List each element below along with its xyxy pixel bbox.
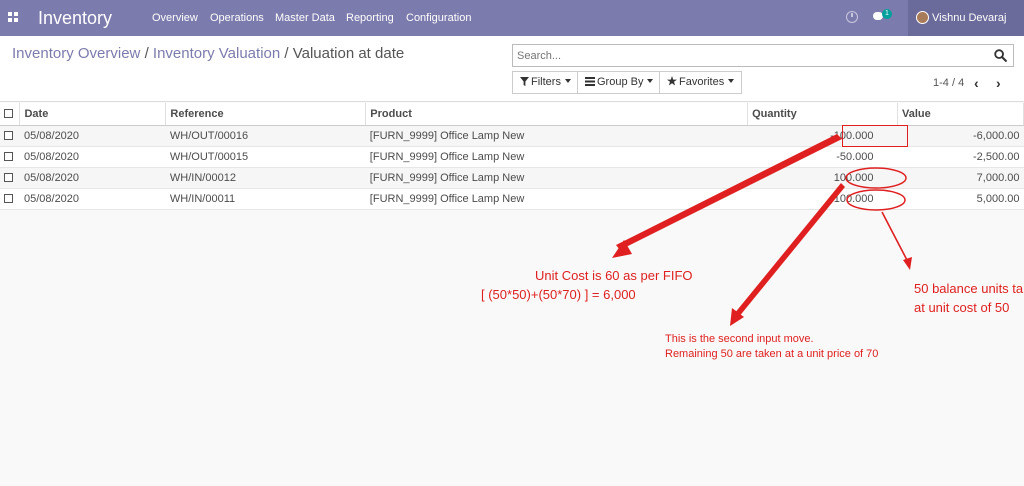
annotation-ellipse bbox=[845, 167, 907, 189]
annotation-arrow bbox=[616, 134, 842, 250]
annotation-ellipse bbox=[846, 189, 906, 211]
annotation-fifo-line2: [ (50*50)+(50*70) ] = 6,000 bbox=[481, 287, 636, 302]
annotation-arrow bbox=[734, 183, 845, 318]
annotation-overlay bbox=[612, 134, 912, 326]
annotation-arrowhead bbox=[903, 257, 912, 270]
annotation-balance-line1: 50 balance units tak bbox=[914, 281, 1024, 296]
annotation-second-input-line1: This is the second input move. bbox=[665, 333, 814, 345]
annotation-arrow bbox=[881, 211, 909, 263]
annotation-fifo-line1: Unit Cost is 60 as per FIFO bbox=[535, 268, 693, 283]
annotation-balance-line2: at unit cost of 50 bbox=[914, 300, 1010, 315]
annotation-second-input-line2: Remaining 50 are taken at a unit price o… bbox=[665, 348, 879, 360]
